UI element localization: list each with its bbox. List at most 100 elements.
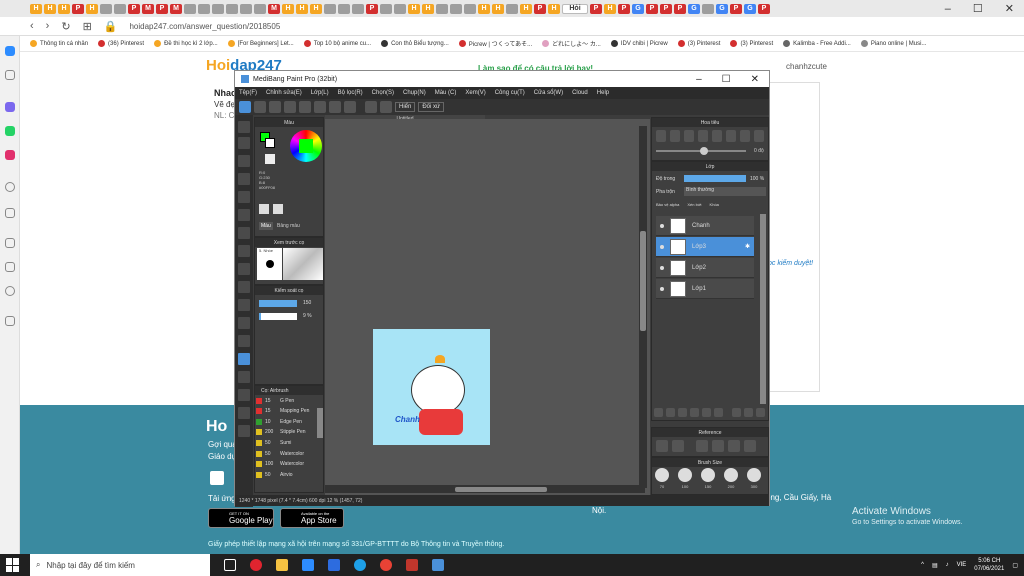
text-tool-icon[interactable] <box>238 353 250 365</box>
layer-menu-icon[interactable] <box>702 408 711 417</box>
select-pen-icon[interactable] <box>238 173 250 185</box>
browser-tab[interactable] <box>240 3 252 14</box>
facebook-icon[interactable] <box>210 471 224 485</box>
browser-tab[interactable] <box>436 3 448 14</box>
medibang-taskbar-icon[interactable] <box>432 559 444 571</box>
menu-item[interactable]: Tệp(F) <box>239 90 257 96</box>
browser-tab[interactable] <box>450 3 462 14</box>
browser-tab[interactable]: P <box>758 3 770 14</box>
browser-tab[interactable]: P <box>646 3 658 14</box>
browser-tab[interactable]: H <box>86 3 98 14</box>
layer-opacity-slider[interactable] <box>684 175 746 182</box>
clock[interactable]: 5:06 CH 07/06/2021 <box>974 557 1004 573</box>
eyedropper-icon[interactable] <box>259 204 269 214</box>
new-color-layer-icon[interactable] <box>666 408 675 417</box>
brush-size-option[interactable] <box>678 468 692 482</box>
zoom-in-icon[interactable] <box>656 130 666 142</box>
fit-icon[interactable] <box>344 101 356 113</box>
browser-tab[interactable]: H <box>282 3 294 14</box>
mail-icon[interactable] <box>302 559 314 571</box>
browser-tab[interactable] <box>198 3 210 14</box>
fit-view-icon[interactable] <box>684 130 694 142</box>
browser-tab[interactable]: P <box>128 3 140 14</box>
dot-tool-icon[interactable] <box>238 155 250 167</box>
language-indicator[interactable]: VIE <box>957 562 967 568</box>
brush-list-item[interactable]: 10 Edge Pen <box>256 417 312 426</box>
browser-tab[interactable]: P <box>534 3 546 14</box>
menu-item[interactable]: Công cụ(T) <box>495 90 525 96</box>
save-icon[interactable] <box>284 101 296 113</box>
cloud-icon[interactable] <box>239 101 251 113</box>
browser-tab[interactable]: P <box>366 3 378 14</box>
divide-tool-icon[interactable] <box>238 335 250 347</box>
browser-tab[interactable] <box>226 3 238 14</box>
chrome-icon[interactable] <box>380 559 392 571</box>
bulb-icon[interactable] <box>5 316 15 326</box>
flip-icon[interactable] <box>754 130 764 142</box>
star-icon[interactable] <box>5 70 15 80</box>
notification-icon[interactable]: ▢ <box>1012 562 1018 569</box>
maximize-icon[interactable]: ☐ <box>973 2 983 15</box>
menu-item[interactable]: Chọn(S) <box>372 90 394 96</box>
menu-item[interactable]: Chỉnh sửa(E) <box>266 90 302 96</box>
menu-item[interactable]: Chụp(N) <box>403 90 426 96</box>
browser-tab[interactable]: G <box>716 3 728 14</box>
user-name[interactable]: chanhzcute <box>786 62 827 71</box>
bookmark-item[interactable]: Kalimba - Free Addi... <box>783 40 851 47</box>
url-field[interactable]: hoidap247.com/answer_question/2018505 <box>129 22 280 31</box>
new-layer-icon[interactable] <box>654 408 663 417</box>
new-file-icon[interactable] <box>254 101 266 113</box>
eraser-tool-icon[interactable] <box>238 137 250 149</box>
layer-row[interactable]: Chanh <box>656 216 754 236</box>
menu-item[interactable]: Cloud <box>572 90 588 96</box>
toggle-display[interactable]: Hiển <box>395 102 416 112</box>
reference-upload-icon[interactable] <box>656 440 668 452</box>
symmetry-toggle[interactable]: Đối xứ <box>418 102 445 112</box>
layer-row[interactable]: Lớp1 <box>656 279 754 299</box>
browser-tab[interactable]: P <box>72 3 84 14</box>
browser-tab[interactable] <box>212 3 224 14</box>
bookmark-item[interactable]: IDV chibi | Picrew <box>610 40 668 47</box>
hand-drag-icon[interactable] <box>238 407 250 419</box>
brush-list-item[interactable]: 15 G Pen <box>256 396 312 405</box>
file-explorer-icon[interactable] <box>276 559 288 571</box>
canvas-v-thumb[interactable] <box>640 231 646 331</box>
swatch-add-icon[interactable] <box>273 204 283 214</box>
artwork[interactable]: Chanh <box>373 329 490 445</box>
browser-tab[interactable]: H <box>520 3 532 14</box>
eye-icon[interactable] <box>660 265 664 270</box>
reload-icon[interactable]: ↻ <box>61 20 70 33</box>
transparent-swatch[interactable] <box>265 154 275 164</box>
speed-dial-icon[interactable]: ⊞ <box>83 20 92 33</box>
fill-tool-icon[interactable] <box>238 227 250 239</box>
browser-tab[interactable]: P <box>660 3 672 14</box>
browser-tab[interactable] <box>324 3 336 14</box>
blend-select[interactable]: Bình thường <box>684 187 766 196</box>
windows-start-icon[interactable] <box>6 558 20 572</box>
rotation-slider-thumb[interactable] <box>700 147 708 155</box>
bookmark-item[interactable]: Picrew | つくってあそ... <box>458 39 532 48</box>
eye-icon[interactable] <box>660 286 664 291</box>
browser-tab[interactable] <box>338 3 350 14</box>
browser-tab[interactable] <box>380 3 392 14</box>
lasso-tool-icon[interactable] <box>238 281 250 293</box>
browser-tab[interactable]: P <box>674 3 686 14</box>
zoom-icon[interactable] <box>328 559 340 571</box>
brush-list-scrollbar[interactable] <box>317 408 323 438</box>
messenger-icon[interactable] <box>5 102 15 112</box>
browser-tab[interactable]: G <box>632 3 644 14</box>
browser-tab[interactable] <box>702 3 714 14</box>
shape-tool-icon[interactable] <box>238 209 250 221</box>
whatsapp-icon[interactable] <box>5 126 15 136</box>
browser-tab[interactable]: H <box>296 3 308 14</box>
browser-tab[interactable] <box>506 3 518 14</box>
export-icon[interactable] <box>299 101 311 113</box>
reference-open-icon[interactable] <box>672 440 684 452</box>
color-square[interactable] <box>299 139 313 153</box>
layer-scrollbar[interactable] <box>760 214 766 404</box>
menu-item[interactable]: Cửa sổ(W) <box>534 90 563 96</box>
browser-tab[interactable]: H <box>30 3 42 14</box>
menu-item[interactable]: Màu (C) <box>435 90 457 96</box>
bookmark-item[interactable]: Top 10 bộ anime cu... <box>303 40 371 47</box>
brush-tool-icon[interactable] <box>238 121 250 133</box>
